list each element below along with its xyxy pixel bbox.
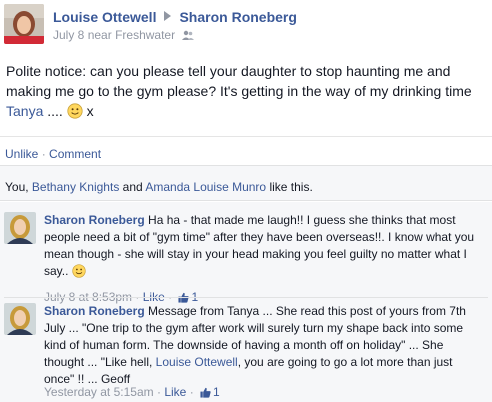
smile-emoji-icon xyxy=(72,264,86,283)
unlike-link[interactable]: Unlike xyxy=(5,147,38,161)
comment-time[interactable]: Yesterday at 5:15am xyxy=(44,385,154,399)
comment-body: Sharon Roneberg Ha ha - that made me lau… xyxy=(44,212,484,283)
tagged-link[interactable]: Tanya xyxy=(6,103,43,119)
post-text-end: x xyxy=(82,103,94,119)
comment-like-count[interactable]: 1 xyxy=(213,385,220,399)
action-separator: · xyxy=(41,147,46,161)
post-location[interactable]: Freshwater xyxy=(115,28,175,42)
liker-link[interactable]: Bethany Knights xyxy=(32,180,119,194)
liker-link[interactable]: Amanda Louise Munro xyxy=(145,180,266,194)
likes-summary: You, Bethany Knights and Amanda Louise M… xyxy=(5,180,313,194)
meta-separator: · xyxy=(189,385,194,399)
comments-section: Sharon Roneberg Ha ha - that made me lau… xyxy=(0,202,492,402)
recipient-link[interactable]: Sharon Roneberg xyxy=(179,9,296,25)
post-text-tail: .... xyxy=(43,103,63,119)
comment-link[interactable]: Comment xyxy=(49,147,101,161)
post-date[interactable]: July 8 xyxy=(53,28,84,42)
comment-body: Sharon Roneberg Message from Tanya ... S… xyxy=(44,303,484,388)
comment-like-link[interactable]: Like xyxy=(164,385,186,399)
likes-prefix: You, xyxy=(5,180,32,194)
divider xyxy=(4,297,488,298)
likes-and: and xyxy=(119,180,146,194)
arrow-right-icon xyxy=(164,11,172,21)
meta-separator: · xyxy=(156,385,161,399)
post-meta: July 8 near Freshwater xyxy=(53,28,195,44)
post-text: Polite notice: can you please tell your … xyxy=(6,63,472,99)
avatar[interactable] xyxy=(4,212,36,244)
near-label: near xyxy=(87,28,112,42)
divider xyxy=(0,136,492,137)
friends-icon[interactable] xyxy=(182,30,195,44)
mention-link[interactable]: Louise Ottewell xyxy=(156,355,238,369)
post-header: Louise Ottewell Sharon Roneberg July 8 ne… xyxy=(0,0,492,48)
likes-suffix: like this. xyxy=(266,180,313,194)
post-actions: Unlike · Comment xyxy=(5,147,101,161)
smile-emoji-icon xyxy=(67,103,83,124)
comment-author-link[interactable]: Sharon Roneberg xyxy=(44,304,145,318)
avatar[interactable] xyxy=(4,4,44,44)
post-body: Polite notice: can you please tell your … xyxy=(6,61,486,124)
post-names: Louise Ottewell Sharon Roneberg xyxy=(53,9,297,25)
thumbs-up-icon[interactable] xyxy=(200,387,211,401)
comment-meta: Yesterday at 5:15am · Like · 1 xyxy=(44,385,220,401)
comment-author-link[interactable]: Sharon Roneberg xyxy=(44,213,145,227)
author-link[interactable]: Louise Ottewell xyxy=(53,9,156,25)
avatar[interactable] xyxy=(4,303,36,335)
